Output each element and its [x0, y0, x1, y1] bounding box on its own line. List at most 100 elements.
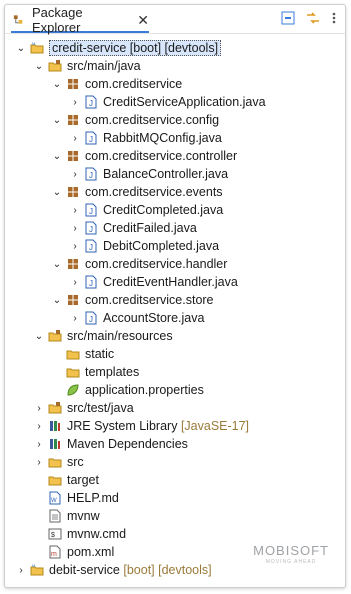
- svg-text:$: $: [51, 532, 55, 539]
- tree-item-label: CreditEventHandler.java: [103, 275, 238, 289]
- tree-item-label: com.creditservice: [85, 77, 183, 91]
- expand-chevron-icon[interactable]: ⌄: [15, 42, 27, 54]
- package-explorer-panel: Package Explorer ✕ ⌄ M credit-service [b…: [4, 4, 346, 588]
- collapsed-chevron-icon[interactable]: ›: [69, 204, 81, 216]
- close-icon[interactable]: ✕: [137, 13, 149, 27]
- tree-item-java-file[interactable]: › J CreditEventHandler.java: [5, 273, 345, 291]
- tree-item-label: com.creditservice.controller: [85, 149, 238, 163]
- tree-item-package[interactable]: ⌄ com.creditservice.config: [5, 111, 345, 129]
- tree-item-properties-file[interactable]: application.properties: [5, 381, 345, 399]
- tree-item-java-file[interactable]: › J DebitCompleted.java: [5, 237, 345, 255]
- collapsed-chevron-icon[interactable]: ›: [69, 240, 81, 252]
- svg-text:m: m: [51, 551, 57, 558]
- tree-item-maven-deps[interactable]: › Maven Dependencies: [5, 435, 345, 453]
- tree-item-file[interactable]: $ mvnw.cmd: [5, 525, 345, 543]
- expand-chevron-icon[interactable]: ⌄: [51, 114, 63, 126]
- tree-item-src-main-java[interactable]: ⌄ src/main/java: [5, 57, 345, 75]
- tree-item-label: com.creditservice.events: [85, 185, 223, 199]
- tree-item-src-test-java[interactable]: › src/test/java: [5, 399, 345, 417]
- expand-chevron-icon[interactable]: ⌄: [51, 186, 63, 198]
- tab-package-explorer[interactable]: Package Explorer ✕: [11, 5, 149, 35]
- svg-text:J: J: [89, 99, 93, 108]
- svg-text:J: J: [89, 243, 93, 252]
- svg-text:J: J: [89, 207, 93, 216]
- project-folder-icon: M: [30, 563, 44, 576]
- collapsed-chevron-icon[interactable]: ›: [69, 132, 81, 144]
- java-file-icon: J: [85, 221, 97, 235]
- tree-item-label: templates: [85, 365, 140, 379]
- expand-chevron-icon[interactable]: ⌄: [51, 78, 63, 90]
- tree-item-label: com.creditservice.store: [85, 293, 214, 307]
- expand-chevron-icon[interactable]: ⌄: [33, 330, 45, 342]
- expand-chevron-icon[interactable]: ⌄: [33, 60, 45, 72]
- collapsed-chevron-icon[interactable]: ›: [69, 168, 81, 180]
- tree-item-label: RabbitMQConfig.java: [103, 131, 222, 145]
- view-tabbar: Package Explorer ✕: [5, 5, 345, 35]
- logo-text: MOBISOFT: [253, 543, 329, 558]
- tree-item-java-file[interactable]: › J BalanceController.java: [5, 165, 345, 183]
- svg-text:J: J: [89, 279, 93, 288]
- tree-item-file[interactable]: W HELP.md: [5, 489, 345, 507]
- tree-item-label: target: [67, 473, 99, 487]
- expand-chevron-icon[interactable]: ⌄: [51, 258, 63, 270]
- tree-item-label: CreditFailed.java: [103, 221, 197, 235]
- tree-item-label: CreditServiceApplication.java: [103, 95, 266, 109]
- tree-item-src-main-resources[interactable]: ⌄ src/main/resources: [5, 327, 345, 345]
- java-file-icon: J: [85, 311, 97, 325]
- tree-item-file[interactable]: mvnw: [5, 507, 345, 525]
- project-tree: ⌄ M credit-service [boot] [devtools] ⌄ s…: [5, 39, 345, 579]
- tree-item-package[interactable]: ⌄ com.creditservice: [5, 75, 345, 93]
- java-file-icon: J: [85, 275, 97, 289]
- tree-item-label: BalanceController.java: [103, 167, 229, 181]
- collapsed-chevron-icon[interactable]: ›: [69, 96, 81, 108]
- tree-item-label: mvnw.cmd: [67, 527, 127, 541]
- tree-item-java-file[interactable]: › J AccountStore.java: [5, 309, 345, 327]
- java-file-icon: J: [85, 239, 97, 253]
- source-folder-icon: [48, 330, 62, 342]
- collapsed-chevron-icon[interactable]: ›: [69, 276, 81, 288]
- tree-item-java-file[interactable]: › J CreditCompleted.java: [5, 201, 345, 219]
- tree-item-project[interactable]: ⌄ M credit-service [boot] [devtools]: [5, 39, 345, 57]
- script-file-icon: $: [48, 528, 62, 540]
- collapsed-chevron-icon[interactable]: ›: [69, 222, 81, 234]
- project-folder-icon: M: [30, 41, 44, 54]
- spring-leaf-icon: [67, 384, 79, 396]
- tree-item-folder[interactable]: static: [5, 345, 345, 363]
- collapse-all-icon[interactable]: [281, 11, 295, 25]
- tree-item-label: HELP.md: [67, 491, 119, 505]
- folder-icon: [66, 368, 80, 378]
- tree-item-folder[interactable]: templates: [5, 363, 345, 381]
- tree-item-java-file[interactable]: › J CreditServiceApplication.java: [5, 93, 345, 111]
- expand-chevron-icon[interactable]: ⌄: [51, 150, 63, 162]
- tree-item-java-file[interactable]: › J CreditFailed.java: [5, 219, 345, 237]
- collapsed-chevron-icon[interactable]: ›: [69, 312, 81, 324]
- package-explorer-icon: [13, 15, 23, 24]
- collapsed-chevron-icon[interactable]: ›: [33, 402, 45, 414]
- tree-item-jre-library[interactable]: › JRE System Library [JavaSE-17]: [5, 417, 345, 435]
- collapsed-chevron-icon[interactable]: ›: [15, 564, 27, 576]
- library-icon: [50, 421, 60, 431]
- tree-item-package[interactable]: ⌄ com.creditservice.controller: [5, 147, 345, 165]
- tree-item-label: credit-service [boot] [devtools]: [49, 40, 222, 56]
- tree-item-folder[interactable]: target: [5, 471, 345, 489]
- collapsed-chevron-icon[interactable]: ›: [33, 420, 45, 432]
- view-menu-icon[interactable]: [331, 11, 337, 25]
- tree-item-package[interactable]: ⌄ com.creditservice.store: [5, 291, 345, 309]
- tree-item-java-file[interactable]: › J RabbitMQConfig.java: [5, 129, 345, 147]
- tree-item-folder[interactable]: › src: [5, 453, 345, 471]
- link-with-editor-icon[interactable]: [305, 11, 321, 25]
- collapsed-chevron-icon[interactable]: ›: [33, 456, 45, 468]
- expand-chevron-icon[interactable]: ⌄: [51, 294, 63, 306]
- logo-tagline: MOVING AHEAD: [265, 559, 317, 565]
- collapsed-chevron-icon[interactable]: ›: [33, 438, 45, 450]
- tree-item-label: src/test/java: [67, 401, 134, 415]
- tree-item-package[interactable]: ⌄ com.creditservice.events: [5, 183, 345, 201]
- java-file-icon: J: [85, 203, 97, 217]
- watermark-logo: MOBISOFT MOVING AHEAD: [253, 543, 329, 565]
- package-icon: [68, 151, 78, 161]
- tree-item-label: static: [85, 347, 115, 361]
- tree-item-label: DebitCompleted.java: [103, 239, 220, 253]
- tree-item-label: AccountStore.java: [103, 311, 205, 325]
- tree-item-package[interactable]: ⌄ com.creditservice.handler: [5, 255, 345, 273]
- source-folder-icon: [48, 402, 62, 414]
